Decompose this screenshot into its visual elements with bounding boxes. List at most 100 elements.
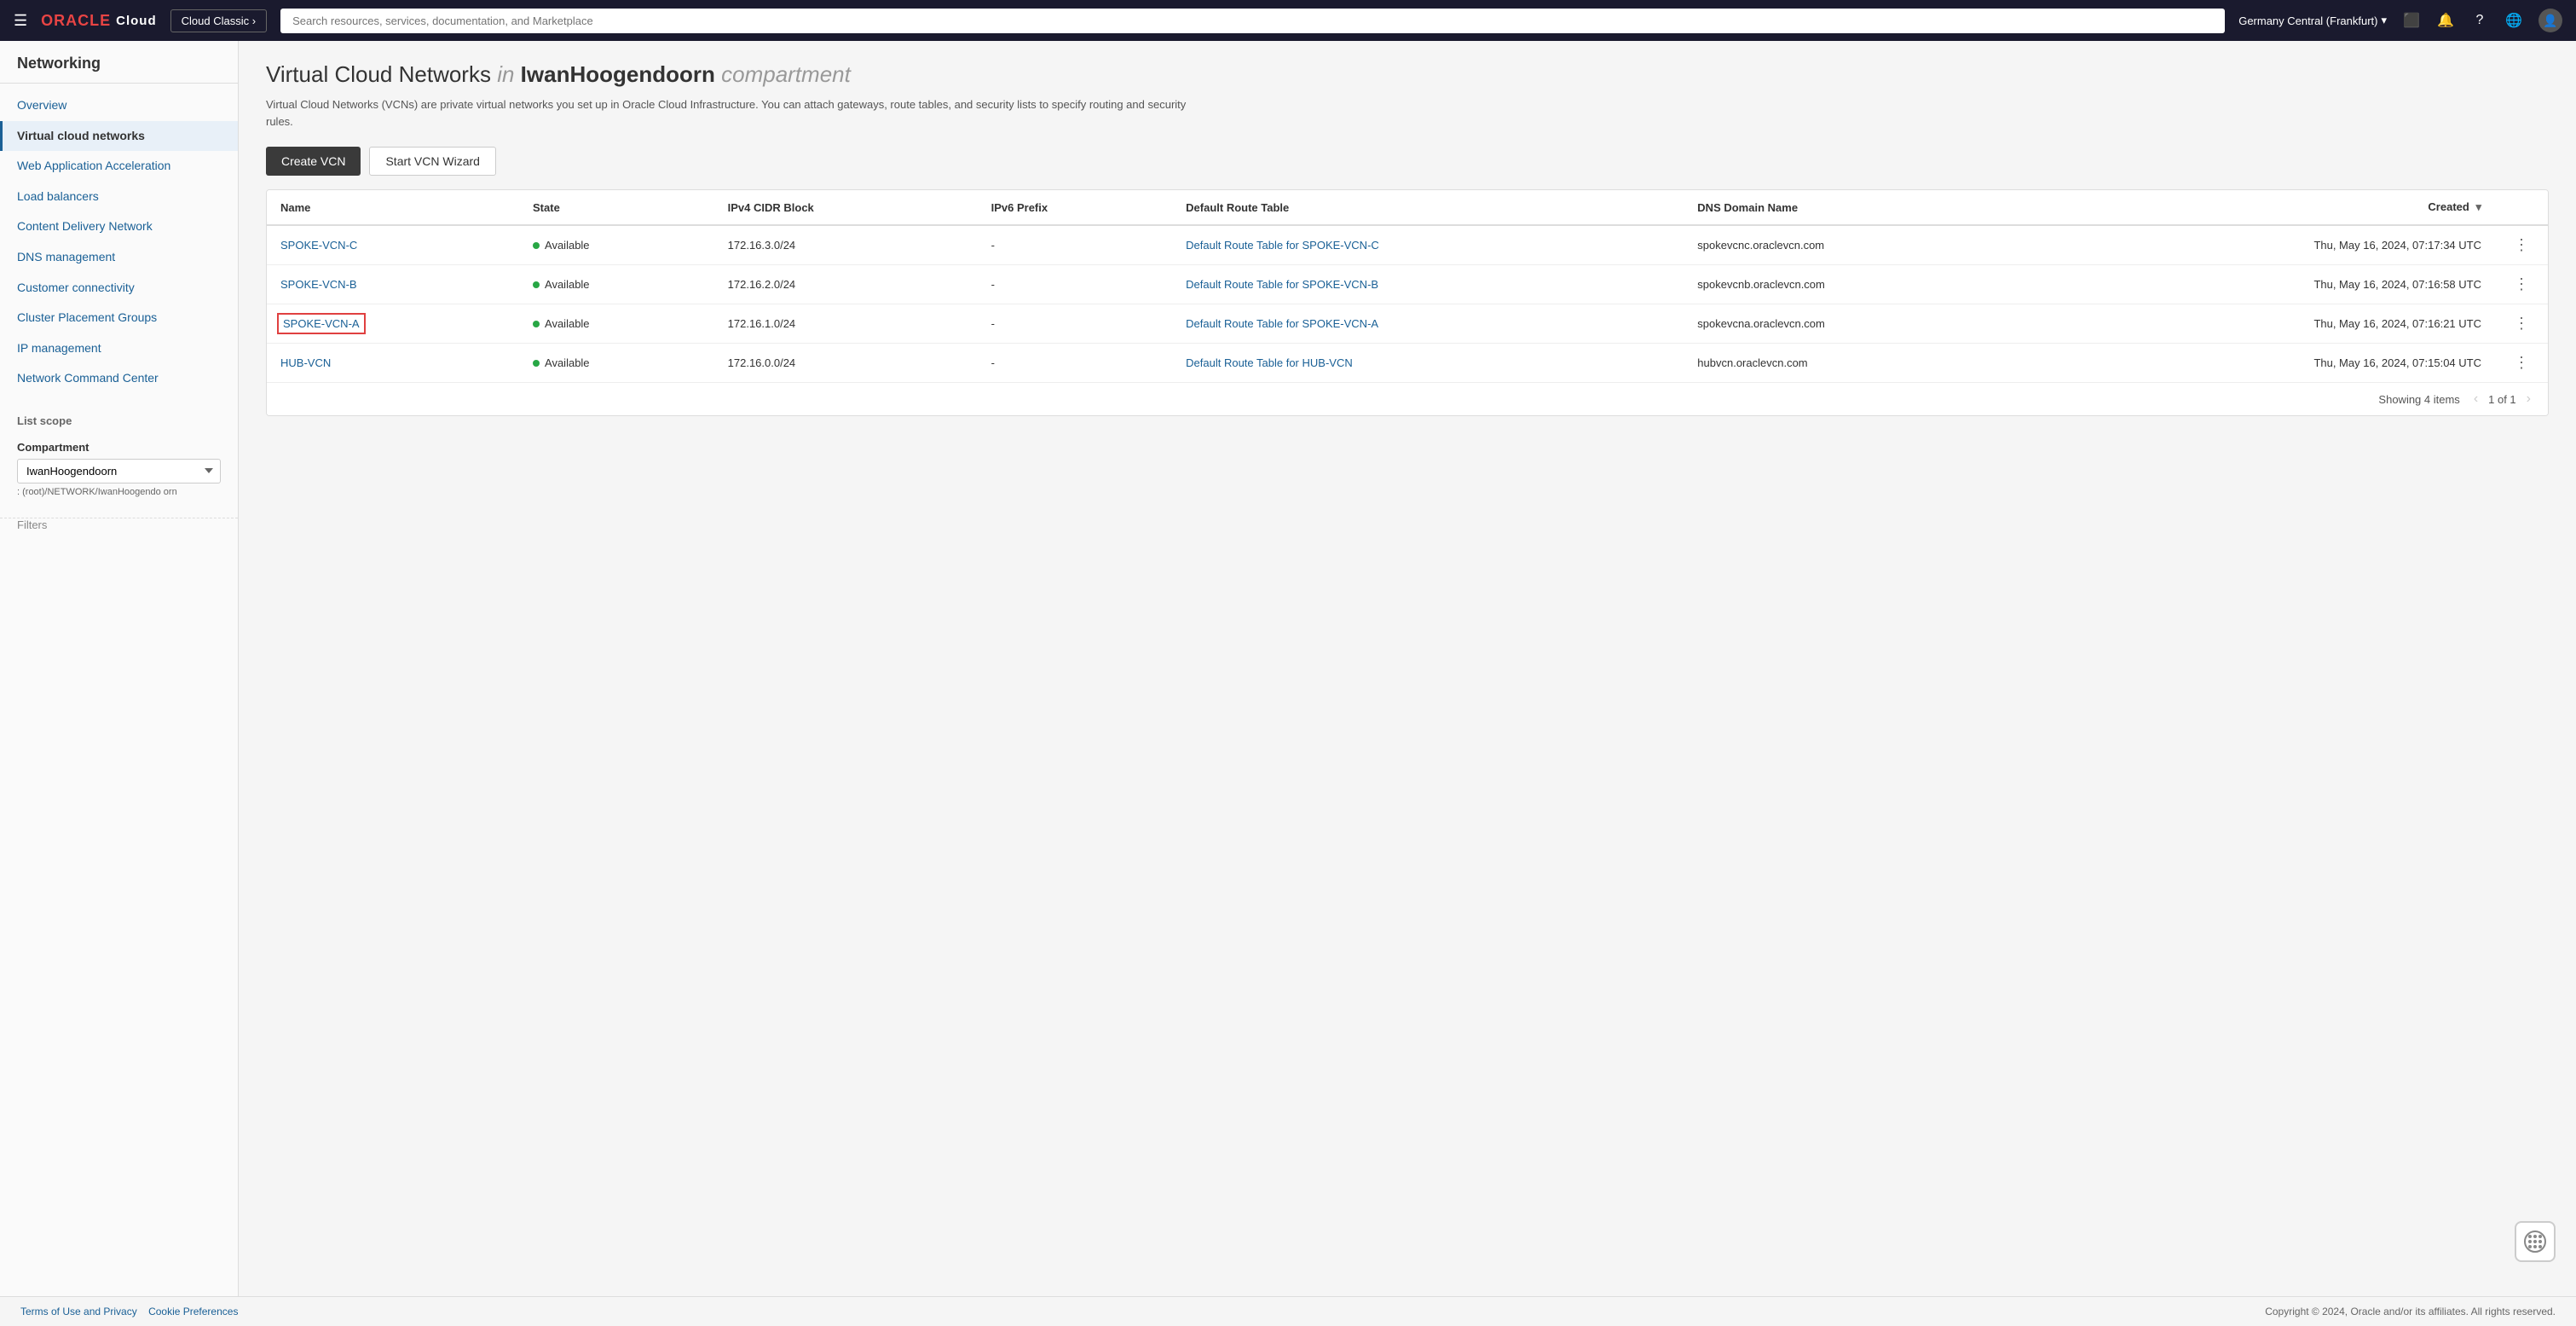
table-row: HUB-VCN Available 172.16.0.0/24-Default Ro… <box>267 344 2548 383</box>
state-label: Available <box>545 239 590 252</box>
col-created[interactable]: Created ▾ <box>2043 190 2495 225</box>
state-dot-icon <box>533 321 540 327</box>
dns-domain-name: hubvcn.oraclevcn.com <box>1684 344 2042 383</box>
page-info: 1 of 1 <box>2488 393 2516 406</box>
ipv4-cidr: 172.16.2.0/24 <box>714 265 978 304</box>
vcn-name-link[interactable]: SPOKE-VCN-C <box>280 239 357 252</box>
route-table-link[interactable]: Default Route Table for SPOKE-VCN-A <box>1186 317 1378 330</box>
sidebar-item-customer-connectivity[interactable]: Customer connectivity <box>0 273 238 304</box>
notifications-icon[interactable]: 🔔 <box>2436 11 2455 30</box>
created-date: Thu, May 16, 2024, 07:16:21 UTC <box>2043 304 2495 344</box>
table-row: SPOKE-VCN-C Available 172.16.3.0/24-Defaul… <box>267 225 2548 265</box>
row-actions-menu-icon[interactable]: ⋮ <box>2509 352 2534 373</box>
language-icon[interactable]: 🌐 <box>2504 11 2523 30</box>
dev-console-icon[interactable]: ⬛ <box>2402 11 2421 30</box>
prev-page-icon[interactable]: ‹ <box>2470 391 2481 407</box>
region-chevron-icon: ▾ <box>2381 14 2387 27</box>
sidebar-item-cluster-placement[interactable]: Cluster Placement Groups <box>0 303 238 333</box>
region-selector[interactable]: Germany Central (Frankfurt) ▾ <box>2238 14 2387 27</box>
page-title: Virtual Cloud Networks in IwanHoogendoor… <box>266 61 2549 88</box>
vcn-name-link[interactable]: SPOKE-VCN-A <box>280 316 362 331</box>
route-table-link[interactable]: Default Route Table for HUB-VCN <box>1186 356 1353 369</box>
start-vcn-wizard-button[interactable]: Start VCN Wizard <box>369 147 495 176</box>
vcn-name-link[interactable]: HUB-VCN <box>280 356 331 369</box>
table-footer: Showing 4 items ‹ 1 of 1 › <box>267 382 2548 415</box>
col-dns[interactable]: DNS Domain Name <box>1684 190 2042 225</box>
ipv6-prefix: - <box>978 344 1173 383</box>
ipv4-cidr: 172.16.0.0/24 <box>714 344 978 383</box>
table-body: SPOKE-VCN-CAvailable172.16.3.0/24-Defaul… <box>267 225 2548 382</box>
compartment-path: : (root)/NETWORK/IwanHoogendo orn <box>17 487 221 497</box>
search-input[interactable] <box>280 9 2225 33</box>
cloud-classic-button[interactable]: Cloud Classic › <box>170 9 267 32</box>
nav-right: Germany Central (Frankfurt) ▾ ⬛ 🔔 ? 🌐 👤 <box>2238 9 2562 32</box>
sidebar-item-load-balancers[interactable]: Load balancers <box>0 182 238 212</box>
sidebar-item-ip-management[interactable]: IP management <box>0 333 238 364</box>
row-actions-cell: ⋮ <box>2495 304 2548 344</box>
compartment-scope: Compartment IwanHoogendoorn : (root)/NET… <box>0 434 238 504</box>
row-actions-menu-icon[interactable]: ⋮ <box>2509 274 2534 294</box>
ipv4-cidr: 172.16.3.0/24 <box>714 225 978 265</box>
table-row: SPOKE-VCN-B Available 172.16.2.0/24-Defaul… <box>267 265 2548 304</box>
vcn-name-link[interactable]: SPOKE-VCN-B <box>280 278 357 291</box>
sidebar: Networking Overview Virtual cloud networ… <box>0 41 239 1296</box>
route-table-link[interactable]: Default Route Table for SPOKE-VCN-C <box>1186 239 1379 252</box>
ipv6-prefix: - <box>978 304 1173 344</box>
page-title-prefix: Virtual Cloud Networks <box>266 61 491 87</box>
hamburger-icon[interactable]: ☰ <box>14 12 27 30</box>
compartment-select[interactable]: IwanHoogendoorn <box>17 459 221 483</box>
sidebar-title: Networking <box>0 55 238 84</box>
row-actions-menu-icon[interactable]: ⋮ <box>2509 313 2534 333</box>
state-dot-icon <box>533 281 540 288</box>
help-icon[interactable]: ? <box>2470 11 2489 30</box>
sidebar-item-network-command-center[interactable]: Network Command Center <box>0 363 238 394</box>
col-ipv4[interactable]: IPv4 CIDR Block <box>714 190 978 225</box>
ipv4-cidr: 172.16.1.0/24 <box>714 304 978 344</box>
sidebar-item-overview[interactable]: Overview <box>0 90 238 121</box>
next-page-icon[interactable]: › <box>2523 391 2534 407</box>
footer-copyright: Copyright © 2024, Oracle and/or its affi… <box>2265 1306 2556 1317</box>
route-table-link[interactable]: Default Route Table for SPOKE-VCN-B <box>1186 278 1378 291</box>
state-label: Available <box>545 356 590 369</box>
created-date: Thu, May 16, 2024, 07:16:58 UTC <box>2043 265 2495 304</box>
col-name[interactable]: Name <box>267 190 519 225</box>
top-nav: ☰ ORACLE Cloud Cloud Classic › Germany C… <box>0 0 2576 41</box>
page-title-italic-compartment: compartment <box>721 61 851 87</box>
col-state[interactable]: State <box>519 190 714 225</box>
compartment-label: Compartment <box>17 441 221 454</box>
cookie-preferences-link[interactable]: Cookie Preferences <box>148 1306 238 1317</box>
sidebar-item-virtual-cloud-networks[interactable]: Virtual cloud networks <box>0 121 238 152</box>
ipv6-prefix: - <box>978 265 1173 304</box>
help-button[interactable] <box>2515 1221 2556 1262</box>
dns-domain-name: spokevcnc.oraclevcn.com <box>1684 225 2042 265</box>
page-title-compartment-name: IwanHoogendoorn <box>521 61 715 87</box>
state-label: Available <box>545 278 590 291</box>
terms-link[interactable]: Terms of Use and Privacy <box>20 1306 137 1317</box>
col-route-table[interactable]: Default Route Table <box>1172 190 1684 225</box>
showing-items: Showing 4 items <box>2378 393 2459 406</box>
sidebar-item-dns-management[interactable]: DNS management <box>0 242 238 273</box>
scope-section: List scope Compartment IwanHoogendoorn :… <box>0 411 238 504</box>
sidebar-item-cdn[interactable]: Content Delivery Network <box>0 211 238 242</box>
row-actions-menu-icon[interactable]: ⋮ <box>2509 235 2534 255</box>
oracle-wordmark: ORACLE <box>41 12 111 30</box>
ipv6-prefix: - <box>978 225 1173 265</box>
cloud-label: Cloud <box>116 14 157 28</box>
avatar[interactable]: 👤 <box>2538 9 2562 32</box>
sidebar-item-web-app-acceleration[interactable]: Web Application Acceleration <box>0 151 238 182</box>
create-vcn-button[interactable]: Create VCN <box>266 147 361 176</box>
row-actions-cell: ⋮ <box>2495 265 2548 304</box>
col-ipv6[interactable]: IPv6 Prefix <box>978 190 1173 225</box>
footer-left: Terms of Use and Privacy Cookie Preferen… <box>20 1306 238 1317</box>
oracle-logo: ORACLE Cloud <box>41 12 157 30</box>
page-footer: Terms of Use and Privacy Cookie Preferen… <box>0 1296 2576 1326</box>
table-row: SPOKE-VCN-AAvailable172.16.1.0/24-Defaul… <box>267 304 2548 344</box>
sort-arrow-icon: ▾ <box>2475 200 2481 213</box>
created-date: Thu, May 16, 2024, 07:17:34 UTC <box>2043 225 2495 265</box>
page-description: Virtual Cloud Networks (VCNs) are privat… <box>266 96 1204 130</box>
row-actions-cell: ⋮ <box>2495 225 2548 265</box>
layout: Networking Overview Virtual cloud networ… <box>0 41 2576 1296</box>
col-actions-header <box>2495 190 2548 225</box>
state-dot-icon <box>533 242 540 249</box>
row-actions-cell: ⋮ <box>2495 344 2548 383</box>
